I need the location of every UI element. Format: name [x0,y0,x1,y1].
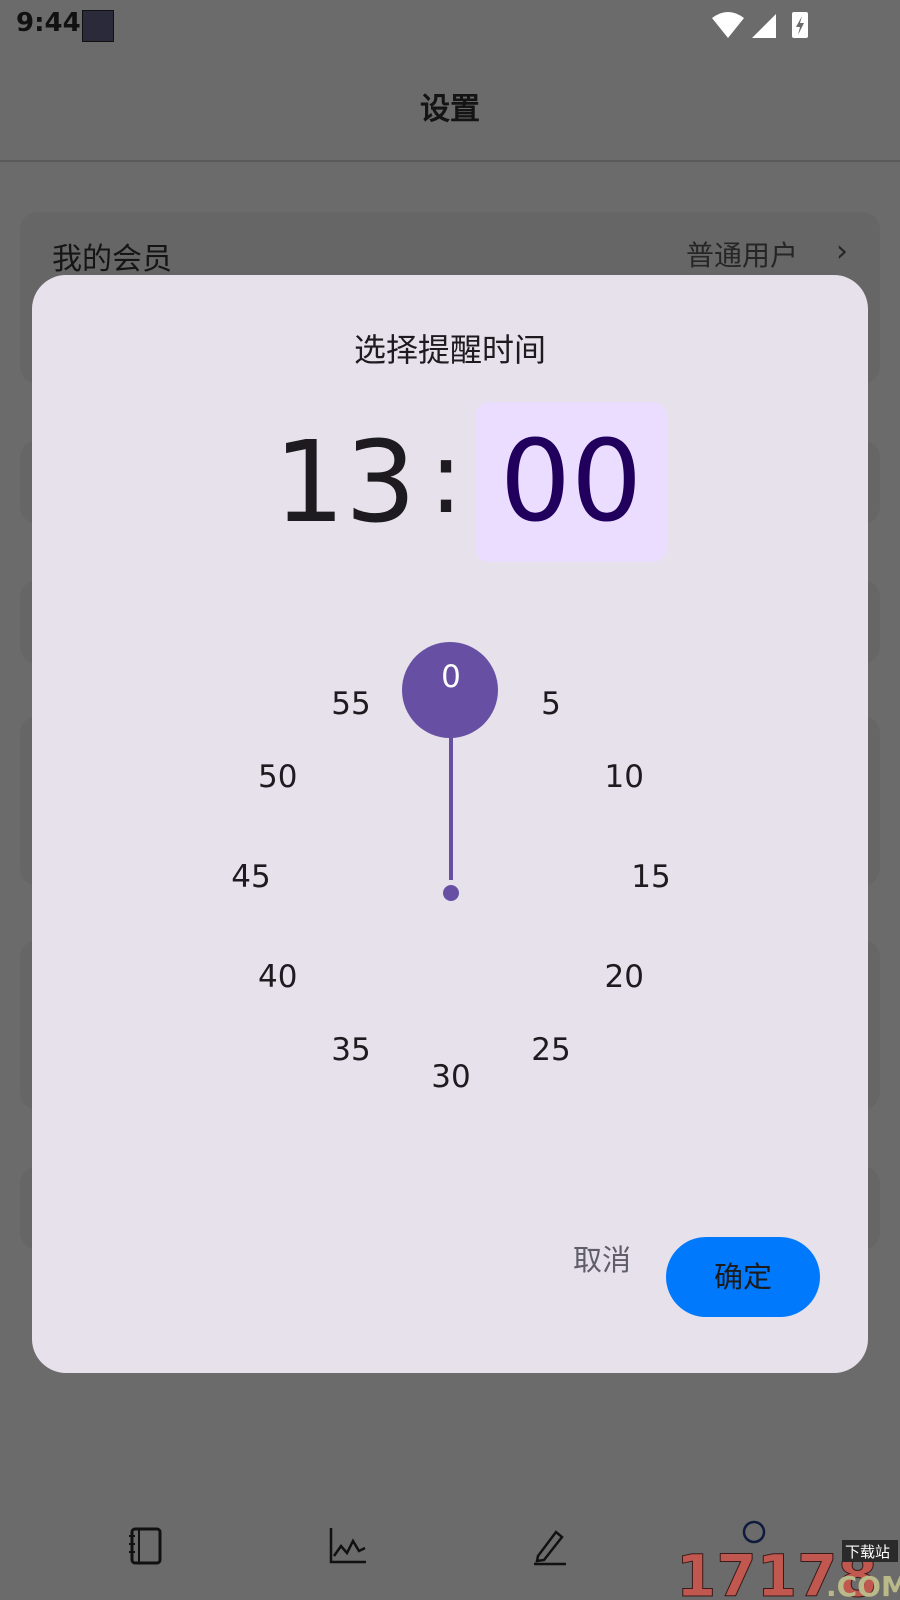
clock-number-5[interactable]: 5 [511,684,591,724]
hour-display[interactable]: 13 [262,403,428,563]
clock-number-45[interactable]: 45 [211,857,291,897]
cancel-button[interactable]: 取消 [552,1235,652,1285]
signal-icon [752,14,776,38]
confirm-button[interactable]: 确定 [666,1237,820,1317]
status-bar: 9:44 [0,0,900,48]
status-time: 9:44 [16,8,81,38]
clock-number-15[interactable]: 15 [611,857,691,897]
page-title: 设置 [420,92,480,127]
minute-display[interactable]: 00 [475,402,667,562]
pen-icon[interactable] [530,1526,570,1566]
svg-text:.COM: .COM [826,1570,900,1600]
dialog-title: 选择提醒时间 [353,331,546,369]
clock-number-30[interactable]: 30 [411,1057,491,1097]
membership-label: 我的会员 [52,242,172,277]
notebook-icon[interactable] [126,1526,166,1566]
chevron-right-icon: › [836,234,848,269]
watermark-logo: 17178 .COM 下载站 [676,1540,900,1600]
chart-line-icon[interactable] [328,1526,368,1566]
app-notification-icon [82,10,114,42]
clock-number-25[interactable]: 25 [511,1030,591,1070]
status-icons [712,12,808,38]
clock-number-55[interactable]: 55 [311,684,391,724]
clock-number-0[interactable]: 0 [411,657,491,697]
clock-number-35[interactable]: 35 [311,1030,391,1070]
time-picker-dialog: 选择提醒时间 13 : 00 0 5 10 15 20 25 30 35 40 45 50 55 取消… [32,275,868,1373]
time-separator: : [429,419,463,536]
app-header: 设置 [0,48,900,162]
svg-text:下载站: 下载站 [845,1543,890,1561]
clock-number-40[interactable]: 40 [238,957,318,997]
clock-number-50[interactable]: 50 [238,757,318,797]
clock-number-20[interactable]: 20 [584,957,664,997]
clock-number-10[interactable]: 10 [584,757,664,797]
wifi-icon [712,12,744,38]
membership-value: 普通用户 [685,239,798,272]
clock-center-dot [443,885,459,901]
